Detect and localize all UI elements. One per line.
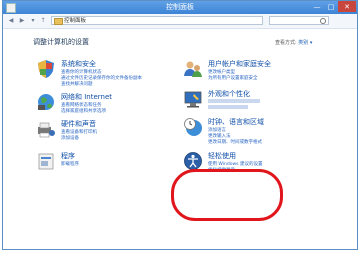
up-arrow-icon[interactable]: ↑ bbox=[39, 17, 47, 25]
programs-icon bbox=[38, 153, 54, 170]
category-link[interactable]: 卸载程序 bbox=[61, 161, 79, 167]
search-icon bbox=[320, 18, 326, 24]
maximize-button[interactable]: □ bbox=[324, 1, 338, 12]
category-title[interactable]: 外观和个性化 bbox=[208, 89, 250, 99]
minimize-button[interactable]: — bbox=[310, 1, 324, 12]
search-input[interactable] bbox=[269, 16, 329, 25]
category-link[interactable]: 更改日期、时间或数字格式 bbox=[208, 139, 262, 145]
category-hardware-sound: 硬件和声音 查看设备和打印机 添加设备 bbox=[36, 119, 166, 147]
category-link[interactable]: 为所有用户设置家庭安全 bbox=[208, 75, 258, 81]
view-by[interactable]: 查看方式: 类别 ▾ bbox=[275, 39, 312, 46]
category-link-blurred[interactable] bbox=[208, 99, 260, 103]
category-network-internet: 网络和 Internet 查看网络状态和任务 选择家庭组和共享选项 bbox=[36, 92, 166, 120]
category-user-accounts: 用户帐户和家庭安全 更改帐户类型 为所有用户设置家庭安全 bbox=[183, 59, 313, 87]
category-link[interactable]: 选择家庭组和共享选项 bbox=[61, 108, 106, 114]
printer-speaker-icon bbox=[38, 122, 55, 138]
address-path: 控制面板 bbox=[64, 18, 87, 24]
close-button[interactable]: ✕ bbox=[338, 1, 356, 12]
category-link[interactable]: 查找并解决问题 bbox=[61, 81, 93, 87]
highlight-annotation bbox=[171, 169, 283, 221]
shield-icon bbox=[38, 60, 54, 78]
view-by-value[interactable]: 类别 ▾ bbox=[298, 40, 312, 46]
window-title: 控制面板 bbox=[166, 3, 194, 11]
title-bar: 控制面板 — □ ✕ bbox=[3, 1, 357, 14]
category-system-security: 系统和安全 查看你的计算机状态 通过文件历史记录保存你的文件备份副本 查找并解决… bbox=[36, 59, 166, 89]
ease-of-access-icon bbox=[184, 152, 202, 170]
forward-arrow-icon[interactable]: ▶ bbox=[18, 17, 26, 25]
category-title[interactable]: 硬件和声音 bbox=[61, 119, 96, 129]
category-link[interactable]: 添加设备 bbox=[61, 135, 79, 141]
view-by-label: 查看方式: bbox=[275, 40, 297, 46]
category-title[interactable]: 系统和安全 bbox=[61, 59, 96, 69]
category-title[interactable]: 时钟、语言和区域 bbox=[208, 117, 264, 127]
category-title[interactable]: 程序 bbox=[61, 151, 75, 161]
folder-icon bbox=[54, 18, 63, 25]
control-panel-window: 控制面板 — □ ✕ ◀ ▶ ▾ ↑ 控制面板 调整计算机的设置 查看方式: 类… bbox=[2, 0, 358, 250]
category-title[interactable]: 网络和 Internet bbox=[61, 92, 112, 102]
category-title[interactable]: 轻松使用 bbox=[208, 151, 236, 161]
category-clock-language-region: 时钟、语言和区域 添加语言 更改输入法 更改日期、时间或数字格式 bbox=[183, 117, 313, 147]
window-controls: — □ ✕ bbox=[310, 1, 356, 13]
users-icon bbox=[184, 61, 202, 77]
category-programs: 程序 卸载程序 bbox=[36, 151, 166, 175]
recent-dropdown-icon[interactable]: ▾ bbox=[29, 17, 37, 25]
navigation-bar: ◀ ▶ ▾ ↑ 控制面板 bbox=[3, 14, 357, 29]
main-content: 调整计算机的设置 查看方式: 类别 ▾ 系统和安全 查看你的计算机状态 通过文件… bbox=[3, 29, 357, 249]
globe-network-icon bbox=[38, 94, 54, 110]
monitor-paint-icon bbox=[184, 91, 202, 108]
page-title: 调整计算机的设置 bbox=[33, 38, 89, 46]
category-appearance: 外观和个性化 bbox=[183, 89, 313, 117]
address-bar[interactable]: 控制面板 bbox=[51, 16, 263, 25]
clock-globe-icon bbox=[184, 118, 202, 136]
back-arrow-icon[interactable]: ◀ bbox=[7, 17, 15, 25]
category-title[interactable]: 用户帐户和家庭安全 bbox=[208, 59, 271, 69]
category-link-blurred[interactable] bbox=[208, 105, 248, 109]
